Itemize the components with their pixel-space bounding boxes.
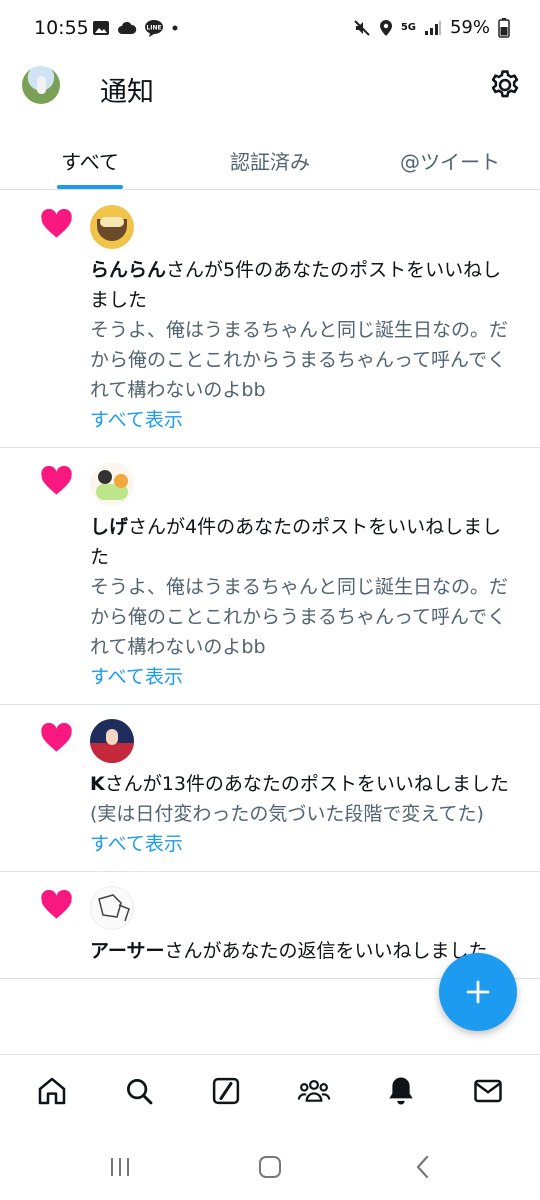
- plus-icon: [466, 980, 490, 1004]
- messages-icon: [474, 1079, 503, 1102]
- status-bar: 10:55 LINE 5G 59%: [0, 0, 540, 60]
- notification-text: らんらんさんが5件のあなたのポストをいいねしました: [90, 255, 520, 315]
- nav-communities[interactable]: [292, 1069, 336, 1113]
- settings-gear-icon[interactable]: [488, 68, 522, 102]
- cloud-icon: [118, 21, 137, 34]
- location-icon: [379, 19, 392, 36]
- notification-item[interactable]: らんらんさんが5件のあなたのポストをいいねしました そうよ、俺はうまるちゃんと同…: [0, 191, 540, 448]
- compose-fab-button[interactable]: [439, 953, 517, 1031]
- notification-action: さんが4件のあなたのポストをいいねしました: [90, 516, 502, 568]
- post-excerpt: (実は日付変わったの気づいた段階で変えてた): [90, 803, 484, 825]
- heart-icon: [41, 890, 72, 919]
- network-type: 5G: [400, 21, 416, 33]
- status-right-icons: 5G 59%: [353, 17, 510, 38]
- tab-mentions[interactable]: @ツイート: [360, 132, 540, 189]
- nav-search[interactable]: [117, 1069, 161, 1113]
- heart-icon: [41, 466, 72, 495]
- communities-icon: [297, 1079, 330, 1102]
- user-name[interactable]: K: [90, 773, 105, 795]
- nav-messages[interactable]: [466, 1069, 510, 1113]
- tab-verified[interactable]: 認証済み: [180, 132, 360, 189]
- show-all-link[interactable]: すべて表示: [90, 829, 520, 859]
- gallery-icon: [93, 21, 109, 35]
- search-icon: [126, 1078, 153, 1104]
- notification-action: さんがあなたの返信をいいねしました: [164, 940, 488, 962]
- user-avatar[interactable]: [90, 886, 134, 930]
- bottom-navigation: [0, 1054, 540, 1134]
- recent-apps-icon[interactable]: [105, 1152, 135, 1182]
- mute-icon: [354, 19, 370, 36]
- battery-percent: 59%: [449, 17, 490, 38]
- user-name[interactable]: しげ: [90, 516, 128, 538]
- battery-icon: [498, 17, 510, 38]
- page-title: 通知: [100, 77, 154, 108]
- user-avatar[interactable]: [90, 719, 134, 763]
- user-name[interactable]: らんらん: [90, 259, 166, 281]
- profile-avatar[interactable]: [22, 66, 60, 104]
- notification-text: しげさんが4件のあなたのポストをいいねしました: [90, 512, 520, 572]
- grok-icon: [213, 1077, 240, 1104]
- nav-grok[interactable]: [204, 1069, 248, 1113]
- back-icon[interactable]: [408, 1152, 438, 1182]
- home-button-icon[interactable]: [255, 1152, 285, 1182]
- user-avatar[interactable]: [90, 462, 134, 506]
- system-navigation-bar: [0, 1134, 540, 1200]
- show-all-link[interactable]: すべて表示: [90, 662, 520, 692]
- nav-home[interactable]: [30, 1069, 74, 1113]
- notification-tabs: すべて 認証済み @ツイート: [0, 132, 540, 190]
- tab-all[interactable]: すべて: [0, 132, 180, 189]
- signal-icon: [424, 20, 441, 35]
- home-icon: [38, 1077, 65, 1104]
- show-all-link[interactable]: すべて表示: [90, 405, 520, 435]
- notification-feed[interactable]: らんらんさんが5件のあなたのポストをいいねしました そうよ、俺はうまるちゃんと同…: [0, 191, 540, 1054]
- notification-action: さんが13件のあなたのポストをいいねしました: [104, 773, 509, 795]
- nav-notifications[interactable]: [379, 1069, 423, 1113]
- notification-item[interactable]: Kさんが13件のあなたのポストをいいねしました (実は日付変わったの気づいた段階…: [0, 705, 540, 872]
- svg-text:LINE: LINE: [146, 25, 161, 32]
- app-header: 通知: [0, 60, 540, 112]
- heart-icon: [41, 723, 72, 752]
- user-name[interactable]: アーサー: [90, 940, 164, 962]
- heart-icon: [41, 209, 72, 238]
- line-app-icon: LINE: [145, 20, 163, 37]
- notifications-icon: [389, 1076, 413, 1105]
- post-excerpt: そうよ、俺はうまるちゃんと同じ誕生日なの。だから俺のことこれからうまるちゃんって…: [90, 319, 509, 401]
- status-time: 10:55: [34, 17, 89, 39]
- dot-icon: [172, 25, 178, 31]
- notification-text: Kさんが13件のあなたのポストをいいねしました: [90, 769, 520, 799]
- notification-item[interactable]: しげさんが4件のあなたのポストをいいねしました そうよ、俺はうまるちゃんと同じ誕…: [0, 448, 540, 705]
- status-left-icons: LINE: [92, 19, 179, 37]
- post-excerpt: そうよ、俺はうまるちゃんと同じ誕生日なの。だから俺のことこれからうまるちゃんって…: [90, 576, 509, 658]
- user-avatar[interactable]: [90, 205, 134, 249]
